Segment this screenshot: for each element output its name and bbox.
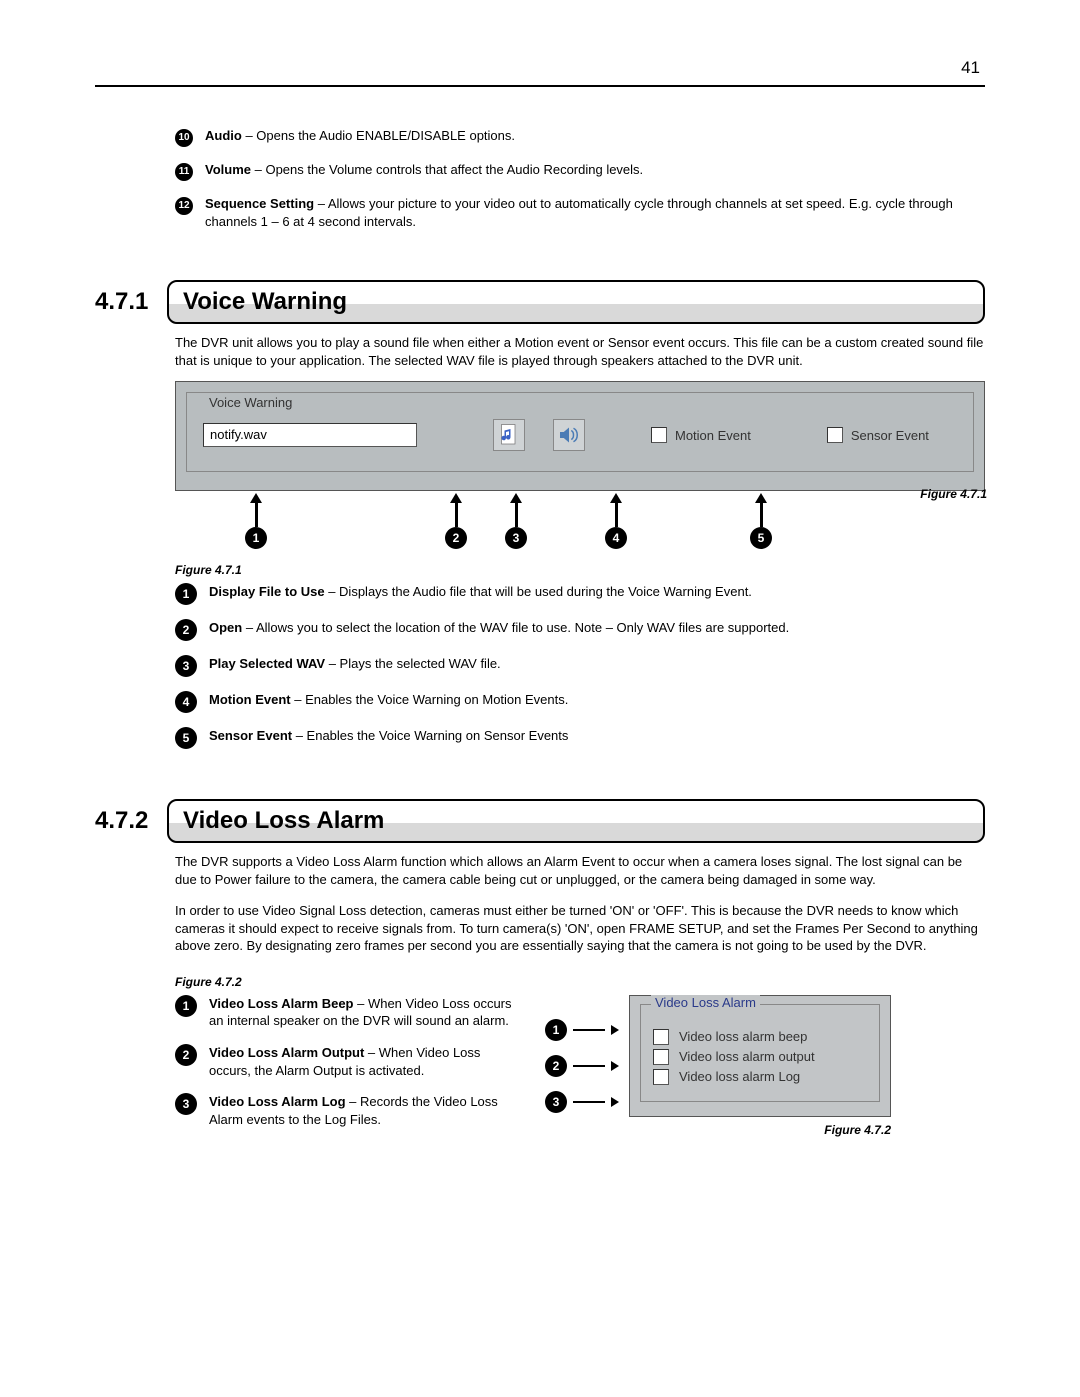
- legend-text: – Enables the Voice Warning on Motion Ev…: [291, 692, 569, 707]
- legend-number: 5: [175, 727, 197, 749]
- checkbox-icon: [653, 1049, 669, 1065]
- section-title: Video Loss Alarm: [167, 799, 985, 843]
- section-header: 4.7.2 Video Loss Alarm: [95, 799, 985, 843]
- callout-term: Sequence Setting: [205, 196, 314, 211]
- top-callouts: 10 Audio – Opens the Audio ENABLE/DISABL…: [175, 127, 985, 230]
- section-header: 4.7.1 Voice Warning: [95, 280, 985, 324]
- checkbox-label: Sensor Event: [851, 428, 929, 443]
- legend-term: Video Loss Alarm Beep: [209, 996, 354, 1011]
- legend-number: 1: [175, 995, 197, 1017]
- legend-number: 2: [175, 619, 197, 641]
- checkbox-label: Video loss alarm Log: [679, 1069, 800, 1084]
- sensor-event-checkbox[interactable]: Sensor Event: [827, 427, 929, 443]
- checkbox-label: Video loss alarm beep: [679, 1029, 807, 1044]
- top-rule: [95, 85, 985, 87]
- figure-caption: Figure 4.7.1: [920, 487, 987, 501]
- legend-number: 4: [175, 691, 197, 713]
- legend-term: Video Loss Alarm Log: [209, 1094, 346, 1109]
- groupbox-legend: Video Loss Alarm: [651, 995, 760, 1010]
- figure-callout-number: 3: [545, 1091, 567, 1113]
- groupbox-legend: Voice Warning: [205, 395, 296, 410]
- callout-text: – Allows your picture to your video out …: [205, 196, 953, 229]
- motion-event-checkbox[interactable]: Motion Event: [651, 427, 751, 443]
- figure-legend: 1 Display File to Use – Displays the Audi…: [175, 583, 985, 749]
- legend-number: 3: [175, 1093, 197, 1115]
- legend-number: 1: [175, 583, 197, 605]
- legend-text: – Enables the Voice Warning on Sensor Ev…: [292, 728, 568, 743]
- page-number: 41: [961, 58, 980, 78]
- section-body: In order to use Video Signal Loss detect…: [175, 902, 985, 955]
- checkbox-label: Video loss alarm output: [679, 1049, 815, 1064]
- callout-text: – Opens the Volume controls that affect …: [251, 162, 643, 177]
- legend-term: Sensor Event: [209, 728, 292, 743]
- video-loss-alarm-figure: Video Loss Alarm Video loss alarm beep V…: [629, 995, 891, 1117]
- callout-number: 11: [175, 163, 193, 181]
- legend-text: – Allows you to select the location of t…: [242, 620, 789, 635]
- legend-text: – Plays the selected WAV file.: [325, 656, 501, 671]
- video-loss-beep-checkbox[interactable]: Video loss alarm beep: [653, 1029, 867, 1045]
- checkbox-icon: [651, 427, 667, 443]
- legend-term: Motion Event: [209, 692, 291, 707]
- legend-number: 3: [175, 655, 197, 677]
- legend-term: Video Loss Alarm Output: [209, 1045, 364, 1060]
- figure-callout-number: 4: [605, 527, 627, 549]
- figure-callout-number: 3: [505, 527, 527, 549]
- figure-callout-number: 1: [245, 527, 267, 549]
- figure-callout-column: 1 2 3: [545, 995, 619, 1113]
- video-loss-output-checkbox[interactable]: Video loss alarm output: [653, 1049, 867, 1065]
- section-number: 4.7.1: [95, 288, 167, 316]
- section-body: The DVR supports a Video Loss Alarm func…: [175, 853, 985, 888]
- callout-row: 12 Sequence Setting – Allows your pictur…: [175, 195, 985, 230]
- music-note-icon: [500, 423, 518, 447]
- figure-callout-row: Figure 4.7.1 1 2 3 4 5: [175, 493, 985, 547]
- section-number: 4.7.2: [95, 807, 167, 835]
- legend-term: Display File to Use: [209, 584, 325, 599]
- section-title: Voice Warning: [167, 280, 985, 324]
- callout-number: 10: [175, 129, 193, 147]
- callout-number: 12: [175, 197, 193, 215]
- figure-caption: Figure 4.7.2: [175, 975, 985, 989]
- speaker-icon: [557, 423, 581, 447]
- legend-text: – Displays the Audio file that will be u…: [325, 584, 752, 599]
- figure-caption: Figure 4.7.1: [175, 563, 985, 577]
- figure-callout-number: 2: [545, 1055, 567, 1077]
- open-file-button[interactable]: [493, 419, 525, 451]
- figure-caption: Figure 4.7.2: [629, 1123, 891, 1137]
- callout-term: Volume: [205, 162, 251, 177]
- play-wav-button[interactable]: [553, 419, 585, 451]
- wav-filename-field[interactable]: notify.wav: [203, 423, 417, 447]
- callout-row: 10 Audio – Opens the Audio ENABLE/DISABL…: [175, 127, 985, 147]
- legend-number: 2: [175, 1044, 197, 1066]
- checkbox-icon: [653, 1029, 669, 1045]
- checkbox-icon: [827, 427, 843, 443]
- video-loss-log-checkbox[interactable]: Video loss alarm Log: [653, 1069, 867, 1085]
- checkbox-icon: [653, 1069, 669, 1085]
- section-body: The DVR unit allows you to play a sound …: [175, 334, 985, 369]
- voice-warning-figure: Voice Warning notify.wav: [175, 381, 985, 491]
- figure-callout-number: 1: [545, 1019, 567, 1041]
- legend-term: Open: [209, 620, 242, 635]
- figure-callout-number: 2: [445, 527, 467, 549]
- legend-term: Play Selected WAV: [209, 656, 325, 671]
- callout-term: Audio: [205, 128, 242, 143]
- callout-row: 11 Volume – Opens the Volume controls th…: [175, 161, 985, 181]
- checkbox-label: Motion Event: [675, 428, 751, 443]
- figure-callout-number: 5: [750, 527, 772, 549]
- callout-text: – Opens the Audio ENABLE/DISABLE options…: [242, 128, 515, 143]
- figure-legend: 1Video Loss Alarm Beep – When Video Loss…: [175, 995, 515, 1142]
